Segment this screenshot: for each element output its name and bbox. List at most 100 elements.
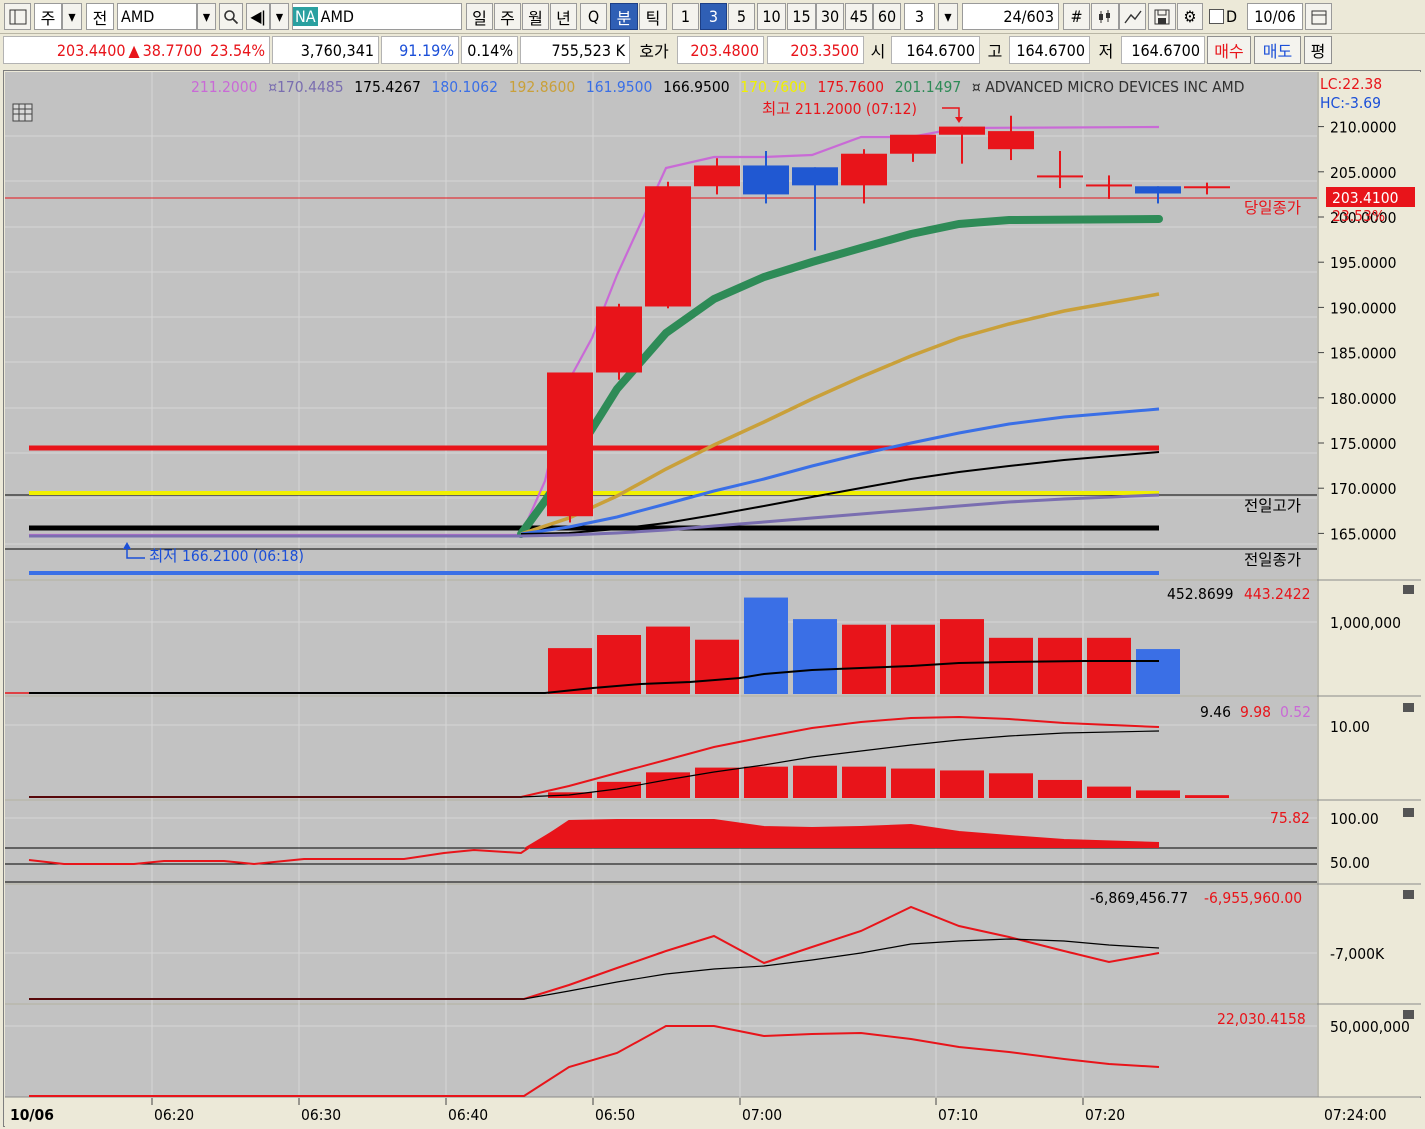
obv-axis-label: -7,000K: [1330, 945, 1385, 963]
sell-button[interactable]: 매도: [1254, 36, 1301, 64]
eval-button[interactable]: 평: [1304, 36, 1332, 64]
macd-bar: [989, 773, 1033, 798]
tab-tick[interactable]: 틱: [639, 3, 667, 30]
type-dropdown-icon[interactable]: ▾: [62, 3, 82, 30]
x-axis-bar: [5, 1098, 1421, 1127]
candle-body: [1086, 184, 1132, 187]
volume-pane-collapse-icon[interactable]: [1403, 585, 1414, 594]
checkbox-icon[interactable]: [1209, 9, 1224, 24]
speaker-dropdown-icon[interactable]: ▾: [270, 3, 289, 30]
symbol-code-input[interactable]: AMD: [117, 3, 197, 30]
macd-bar: [744, 766, 788, 798]
date-input[interactable]: 10/06: [1247, 3, 1303, 30]
settings-gear-icon[interactable]: ⚙: [1177, 3, 1203, 30]
interval-input[interactable]: 3: [904, 3, 935, 30]
page-total: /603: [1021, 7, 1054, 26]
current-price-tag-text: 203.4100: [1332, 189, 1399, 207]
price-axis-label: 185.0000: [1330, 345, 1397, 363]
hoga-label: 호가: [632, 36, 676, 64]
layout-icon[interactable]: [4, 3, 31, 30]
header-value: 180.1062: [432, 78, 499, 96]
volume-bar: [842, 624, 886, 694]
price-change: 38.7700: [142, 40, 203, 60]
candle-body: [939, 126, 985, 135]
min-label: 최저 166.2100 (06:18): [149, 547, 304, 565]
grid-icon[interactable]: #: [1063, 3, 1090, 30]
page-counter[interactable]: 24 /603: [962, 3, 1059, 30]
type-toggle[interactable]: 전: [86, 3, 114, 30]
calendar-icon[interactable]: [1305, 3, 1332, 30]
ask-price: 203.4800: [677, 36, 764, 64]
candle-body: [547, 372, 593, 517]
speaker-icon[interactable]: ◀ǀ: [246, 3, 270, 30]
macd-axis-label: 10.00: [1330, 718, 1370, 736]
bid-price: 203.3500: [767, 36, 864, 64]
lc-label: LC:22.38: [1320, 75, 1382, 93]
symbol-dropdown-icon[interactable]: ▾: [197, 3, 216, 30]
price-axis-label: 195.0000: [1330, 254, 1397, 272]
price-pane[interactable]: [5, 72, 1317, 579]
quote-bar: 203.4400 ▲ 38.7700 23.54% 3,760,341 91.1…: [0, 35, 1425, 65]
obv-pane-collapse-icon[interactable]: [1403, 890, 1414, 899]
macd-bar: [1136, 790, 1180, 798]
obv-value-2: -6,955,960.00: [1204, 889, 1302, 907]
today-close-label: 당일종가: [1244, 199, 1301, 217]
interval-10[interactable]: 10: [757, 3, 786, 30]
volume-bar: [1087, 637, 1131, 694]
symbol-name: AMD: [320, 7, 354, 26]
tab-week[interactable]: 주: [494, 3, 521, 30]
volume-bar: [793, 619, 837, 694]
interval-15[interactable]: 15: [787, 3, 816, 30]
interval-30[interactable]: 30: [816, 3, 844, 30]
candle-body: [694, 165, 740, 187]
volume-bar: [891, 624, 935, 694]
candle-icon[interactable]: [1091, 3, 1119, 30]
macd-value-2: 9.98: [1240, 703, 1271, 721]
candle-body: [792, 167, 838, 186]
header-value: 161.9500: [586, 78, 653, 96]
tab-day[interactable]: 일: [466, 3, 493, 30]
tab-quarter[interactable]: Q: [580, 3, 607, 30]
high-price: 164.6700: [1009, 36, 1090, 64]
volume-bar: [695, 639, 739, 694]
save-icon[interactable]: [1148, 3, 1176, 30]
volume-bar: [548, 648, 592, 694]
line-tool-icon[interactable]: [1119, 3, 1146, 30]
macd-bar: [793, 765, 837, 798]
tab-year[interactable]: 년: [550, 3, 577, 30]
indicator-pane[interactable]: [5, 1005, 1317, 1097]
vol-axis-label: 1,000,000: [1330, 614, 1401, 632]
interval-5[interactable]: 5: [728, 3, 755, 30]
macd-value-3: 0.52: [1280, 703, 1311, 721]
table-toggle-icon[interactable]: [12, 103, 33, 122]
type-selector[interactable]: 주: [34, 3, 62, 30]
symbol-name-field[interactable]: NA AMD: [292, 3, 462, 30]
macd-pane-collapse-icon[interactable]: [1403, 703, 1414, 712]
interval-45[interactable]: 45: [845, 3, 873, 30]
candle-body: [645, 186, 691, 307]
time-axis-label: 07:20: [1085, 1106, 1125, 1124]
chart-area[interactable]: 최고 211.2000 (07:12) 최저 166.2100 (06:18) …: [4, 71, 1422, 1128]
max-label: 최고 211.2000 (07:12): [762, 100, 917, 118]
macd-bar: [842, 766, 886, 798]
date-checkbox[interactable]: D: [1207, 3, 1247, 30]
tab-minute[interactable]: 분: [610, 3, 638, 30]
time-axis-label: 07:10: [938, 1106, 978, 1124]
buy-button[interactable]: 매수: [1207, 36, 1251, 64]
volume-bar: [940, 619, 984, 694]
candle-body: [596, 306, 642, 373]
last-pane-collapse-icon[interactable]: [1403, 1010, 1414, 1019]
interval-3[interactable]: 3: [700, 3, 727, 30]
time-axis-label: 06:20: [154, 1106, 194, 1124]
exchange-badge: NA: [293, 7, 318, 26]
candle-body: [890, 134, 936, 154]
header-value: 211.2000: [191, 78, 258, 96]
search-icon[interactable]: [219, 3, 243, 30]
open-price: 164.6700: [891, 36, 980, 64]
interval-1[interactable]: 1: [672, 3, 699, 30]
tab-month[interactable]: 월: [522, 3, 549, 30]
interval-60[interactable]: 60: [873, 3, 901, 30]
interval-dropdown-icon[interactable]: ▾: [938, 3, 958, 30]
price-axis-label: 180.0000: [1330, 390, 1397, 408]
rsi-pane-collapse-icon[interactable]: [1403, 808, 1414, 817]
